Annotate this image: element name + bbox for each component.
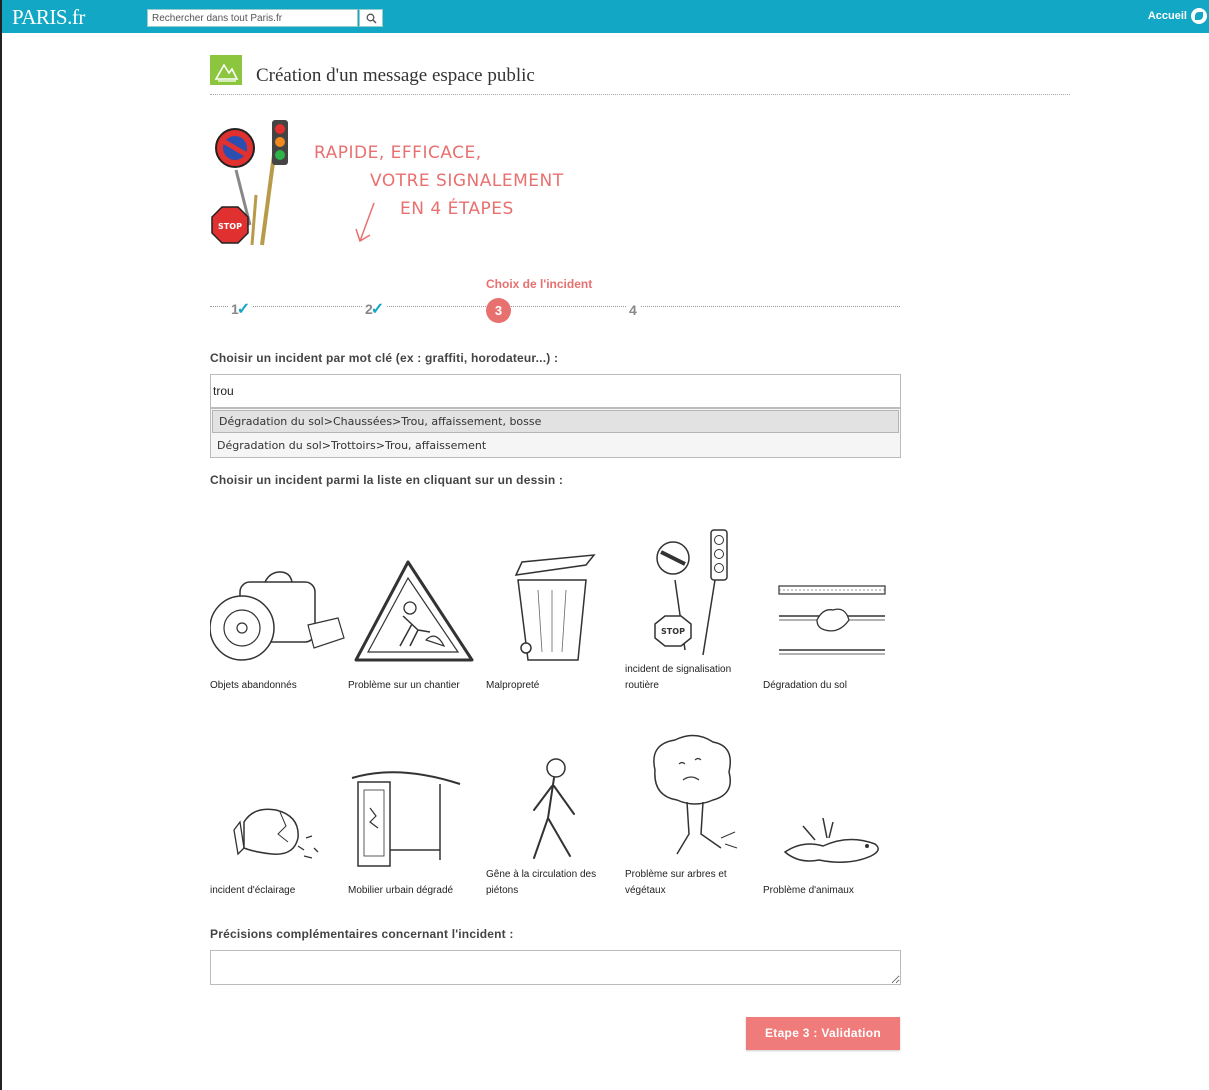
paris-logo-icon[interactable] <box>1191 8 1207 24</box>
page-header: Création d'un message espace public <box>210 55 1070 95</box>
tile-caption: Dégradation du sol <box>763 680 847 691</box>
checkmark-icon: ✓ <box>370 301 385 318</box>
details-label: Précisions complémentaires concernant l'… <box>210 927 514 941</box>
bus-shelter-icon <box>351 771 461 867</box>
tile-caption: Malpropreté <box>486 680 540 691</box>
validation-button[interactable]: Etape 3 : Validation <box>746 1017 900 1050</box>
traffic-signs-illustration: STOP <box>210 115 300 250</box>
tile-pedestrians[interactable]: Gêne à la circulation des piétons <box>486 730 624 905</box>
pedestrian-icon <box>533 758 575 859</box>
hero-line-3: EN 4 ÉTAPES <box>400 199 514 219</box>
incident-picker-label: Choisir un incident parmi la liste en cl… <box>210 473 564 487</box>
tile-cleanliness[interactable]: Malpropreté <box>486 520 624 700</box>
keyword-label: Choisir un incident par mot clé (ex : gr… <box>210 351 559 365</box>
roadwork-sign-icon <box>354 560 474 662</box>
tile-street-furniture[interactable]: Mobilier urbain dégradé <box>348 730 486 905</box>
site-search <box>147 9 383 27</box>
trash-bin-icon <box>514 554 596 661</box>
hero-tagline: RAPIDE, EFFICACE, VOTRE SIGNALEMENT EN 4… <box>314 143 574 253</box>
suggestion-item[interactable]: Dégradation du sol>Trottoirs>Trou, affai… <box>211 434 900 457</box>
checkmark-icon: ✓ <box>236 301 251 318</box>
keyword-suggestions: Dégradation du sol>Chaussées>Trou, affai… <box>210 408 901 458</box>
hero-line-2: VOTRE SIGNALEMENT <box>370 171 564 191</box>
step-4: 4 <box>626 302 640 318</box>
step-progress: 1✓ 2✓ Choix de l'incident 3 4 <box>210 275 900 325</box>
current-step-label: Choix de l'incident <box>486 277 593 291</box>
tile-animals[interactable]: Problème d'animaux <box>763 730 901 905</box>
traffic-signs-icon: STOP <box>654 529 728 656</box>
step-3-current: 3 <box>486 298 511 323</box>
top-bar: PARIS.fr Accueil <box>2 0 1209 33</box>
abandoned-objects-icon <box>210 571 345 661</box>
svg-text:STOP: STOP <box>661 627 685 636</box>
tile-construction[interactable]: Problème sur un chantier <box>348 520 486 700</box>
broken-bulb-icon <box>233 808 319 859</box>
suggestion-item[interactable]: Dégradation du sol>Chaussées>Trou, affai… <box>212 410 899 433</box>
mountain-icon <box>210 55 242 85</box>
tile-caption: Objets abandonnés <box>210 680 297 691</box>
tile-trees[interactable]: Problème sur arbres et végétaux <box>625 730 763 905</box>
tile-road-signs[interactable]: STOP incident de signalisation routière <box>625 520 763 700</box>
tile-lighting[interactable]: incident d'éclairage <box>210 730 348 905</box>
hero-line-1: RAPIDE, EFFICACE, <box>314 143 482 163</box>
page-title: Création d'un message espace public <box>256 65 535 86</box>
damaged-road-icon <box>778 585 886 655</box>
tile-caption: Problème sur un chantier <box>348 680 460 691</box>
site-search-input[interactable] <box>147 9 358 27</box>
svg-text:STOP: STOP <box>218 222 242 231</box>
pigeon-icon <box>783 817 879 863</box>
tile-caption: Problème d'animaux <box>763 885 854 896</box>
tile-caption: Problème sur arbres et végétaux <box>625 869 727 896</box>
step-2[interactable]: 2✓ <box>362 299 388 319</box>
home-link[interactable]: Accueil <box>1148 10 1187 22</box>
step-progress-line <box>210 306 900 307</box>
keyword-search-input[interactable] <box>210 374 901 408</box>
tile-abandoned-objects[interactable]: Objets abandonnés <box>210 520 348 700</box>
site-logo[interactable]: PARIS.fr <box>12 5 85 30</box>
tree-icon <box>653 734 738 855</box>
tile-caption: Gêne à la circulation des piétons <box>486 869 597 896</box>
step-1[interactable]: 1✓ <box>228 299 254 319</box>
search-button[interactable] <box>359 9 383 27</box>
arrow-down-icon <box>355 202 375 243</box>
tile-ground-damage[interactable]: Dégradation du sol <box>763 520 901 700</box>
tile-caption: Mobilier urbain dégradé <box>348 885 454 896</box>
magnifier-icon <box>366 13 377 24</box>
tile-caption: incident d'éclairage <box>210 885 296 896</box>
tile-caption: incident de signalisation routière <box>625 664 732 691</box>
details-textarea[interactable] <box>210 950 901 985</box>
